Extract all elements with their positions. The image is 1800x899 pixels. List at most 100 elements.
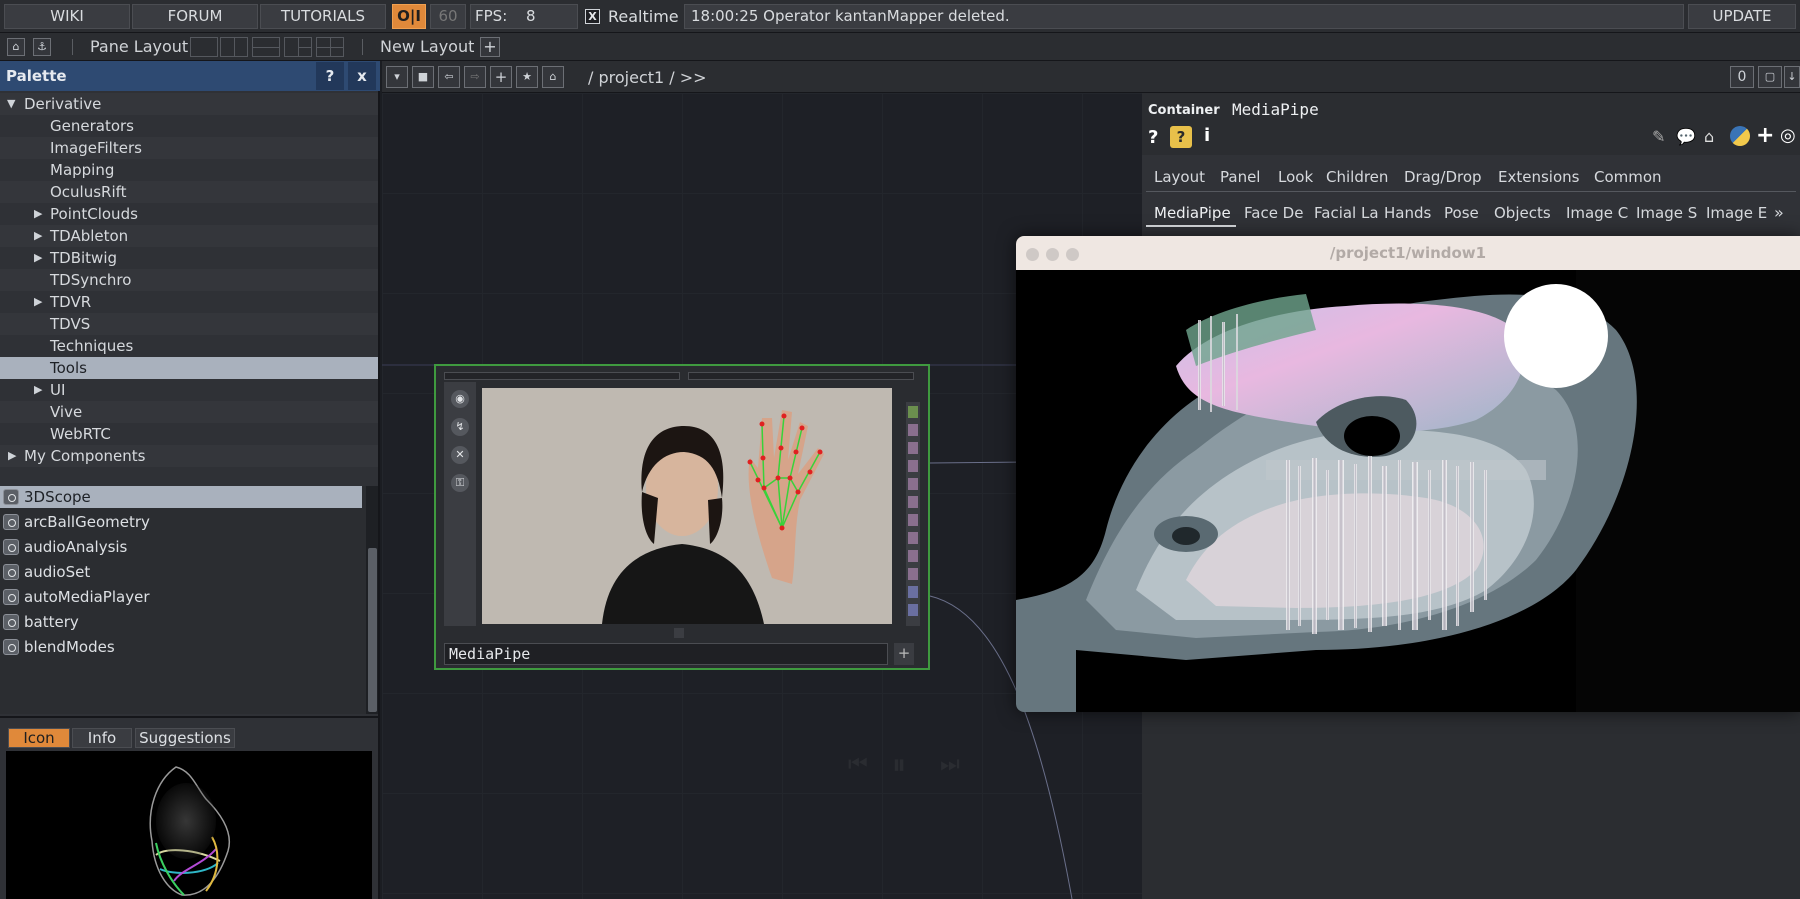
network-path[interactable]: / project1 / >> <box>588 68 707 87</box>
layout-split-vertical-icon[interactable] <box>220 37 248 57</box>
tree-item-tdvr[interactable]: ▶ TDVR <box>0 291 378 313</box>
component-item[interactable]: audioSet <box>0 561 362 583</box>
download-icon[interactable]: ↓ <box>1784 66 1800 88</box>
component-preview <box>6 751 372 899</box>
node-add-button[interactable]: + <box>894 643 914 665</box>
tab-objects[interactable]: Objects <box>1494 204 1551 222</box>
tab-pose[interactable]: Pose <box>1444 204 1479 222</box>
chevron-right-icon: ▶ <box>34 229 43 242</box>
maximize-icon[interactable]: ▢ <box>1758 66 1782 88</box>
component-item[interactable]: autoMediaPlayer <box>0 586 362 608</box>
tutorials-button[interactable]: TUTORIALS <box>260 4 386 29</box>
tab-icon[interactable]: Icon <box>8 728 70 748</box>
tab-hands[interactable]: Hands <box>1384 204 1431 222</box>
tab-image-classification[interactable]: Image C <box>1566 204 1628 222</box>
tab-image-embedding[interactable]: Image E <box>1706 204 1767 222</box>
tree-item-my-components[interactable]: ▶ My Components <box>0 445 378 467</box>
tree-item-oculusrift[interactable]: OculusRift <box>0 181 378 203</box>
layout-toolbar: ⌂ ⚓ Pane Layout New Layout + <box>0 33 1800 61</box>
lock-icon[interactable]: ⚿ <box>451 474 469 492</box>
tab-info[interactable]: Info <box>72 728 132 748</box>
tree-item-tdableton[interactable]: ▶ TDAbleton <box>0 225 378 247</box>
cook-icon[interactable]: ↯ <box>451 418 469 436</box>
info-icon[interactable]: i <box>1204 125 1210 146</box>
tree-item-pointclouds[interactable]: ▶ PointClouds <box>0 203 378 225</box>
scrollbar-thumb[interactable] <box>368 548 377 712</box>
tree-item-generators[interactable]: Generators <box>0 115 378 137</box>
python-icon[interactable] <box>1730 126 1750 146</box>
tag-icon[interactable]: ⌂ <box>1704 127 1714 146</box>
window-titlebar[interactable]: /project1/window1 <box>1016 236 1800 270</box>
pane-home-icon[interactable]: ⌂ <box>7 38 25 56</box>
frame-rate-field[interactable]: 60 <box>430 4 466 29</box>
operator-name[interactable]: MediaPipe <box>1232 100 1319 119</box>
tab-common[interactable]: Common <box>1594 168 1662 186</box>
tab-layout[interactable]: Layout <box>1154 168 1205 186</box>
update-button[interactable]: UPDATE <box>1688 4 1796 29</box>
layout-single-icon[interactable] <box>190 37 218 57</box>
more-tabs-button[interactable]: » <box>1774 203 1784 222</box>
help-icon[interactable]: ? <box>1148 127 1158 148</box>
tab-suggestions[interactable]: Suggestions <box>135 728 235 748</box>
tab-facial-landmarks[interactable]: Facial La <box>1314 204 1379 222</box>
component-icon <box>3 614 19 630</box>
tree-item-webrtc[interactable]: WebRTC <box>0 423 378 445</box>
component-item[interactable]: blendModes <box>0 636 362 658</box>
tree-item-tdsynchro[interactable]: TDSynchro <box>0 269 378 291</box>
palette-help-button[interactable]: ? <box>316 62 344 90</box>
tab-face-detection[interactable]: Face De <box>1244 204 1303 222</box>
python-help-icon[interactable]: ? <box>1170 126 1192 148</box>
tree-item-derivative[interactable]: ▼ Derivative <box>0 93 378 115</box>
pencil-icon[interactable]: ✎ <box>1652 127 1665 146</box>
star-icon[interactable]: ★ <box>516 66 538 88</box>
back-icon[interactable]: ⇦ <box>438 66 460 88</box>
stop-icon[interactable]: ■ <box>412 66 434 88</box>
tree-item-techniques[interactable]: Techniques <box>0 335 378 357</box>
tree-item-tdvs[interactable]: TDVS <box>0 313 378 335</box>
tab-extensions[interactable]: Extensions <box>1498 168 1579 186</box>
tab-look[interactable]: Look <box>1278 168 1313 186</box>
tab-panel[interactable]: Panel <box>1220 168 1260 186</box>
mediapipe-node[interactable]: ◉ ↯ ✕ ⚿ MediaPipe + <box>434 364 930 670</box>
layout-split-horizontal-icon[interactable] <box>252 37 280 57</box>
anchor-icon[interactable]: ⚓ <box>33 38 51 56</box>
component-icon <box>3 639 19 655</box>
new-layout-label[interactable]: New Layout <box>380 37 474 56</box>
home-icon[interactable]: ⌂ <box>542 66 564 88</box>
add-icon[interactable]: + <box>1756 123 1774 148</box>
target-icon[interactable]: ◎ <box>1780 125 1796 146</box>
node-name-field[interactable]: MediaPipe <box>444 643 888 665</box>
tab-children[interactable]: Children <box>1326 168 1388 186</box>
viewer-icon[interactable]: ◉ <box>451 390 469 408</box>
layout-three-icon[interactable] <box>284 37 312 57</box>
forward-icon[interactable]: ⇨ <box>464 66 486 88</box>
realtime-checkbox[interactable]: X <box>585 9 600 24</box>
add-layout-button[interactable]: + <box>480 37 500 57</box>
component-item[interactable]: battery <box>0 611 362 633</box>
component-item[interactable]: arcBallGeometry <box>0 511 362 533</box>
oi-toggle[interactable]: O|I <box>392 4 426 29</box>
comment-icon[interactable]: 💬 <box>1676 127 1696 146</box>
forum-button[interactable]: FORUM <box>132 4 258 29</box>
tree-item-vive[interactable]: Vive <box>0 401 378 423</box>
menu-down-icon[interactable]: ▾ <box>386 66 408 88</box>
realtime-label: Realtime <box>608 7 679 26</box>
tab-image-segmentation[interactable]: Image S <box>1636 204 1697 222</box>
component-item[interactable]: audioAnalysis <box>0 536 362 558</box>
counter-field[interactable]: 0 <box>1730 66 1754 88</box>
component-icon <box>3 564 19 580</box>
tree-item-imagefilters[interactable]: ImageFilters <box>0 137 378 159</box>
palette-close-button[interactable]: x <box>348 62 376 90</box>
tree-item-tools[interactable]: Tools <box>0 357 378 379</box>
bypass-icon[interactable]: ✕ <box>451 446 469 464</box>
tree-item-tdbitwig[interactable]: ▶ TDBitwig <box>0 247 378 269</box>
add-icon[interactable]: + <box>490 66 512 88</box>
tab-dragdrop[interactable]: Drag/Drop <box>1404 168 1482 186</box>
component-item[interactable]: 3DScope <box>0 486 362 508</box>
tree-item-ui[interactable]: ▶ UI <box>0 379 378 401</box>
output-window[interactable]: /project1/window1 <box>1016 236 1800 712</box>
wiki-button[interactable]: WIKI <box>4 4 130 29</box>
tab-mediapipe[interactable]: MediaPipe <box>1154 204 1231 222</box>
layout-quad-icon[interactable] <box>316 37 344 57</box>
tree-item-mapping[interactable]: Mapping <box>0 159 378 181</box>
